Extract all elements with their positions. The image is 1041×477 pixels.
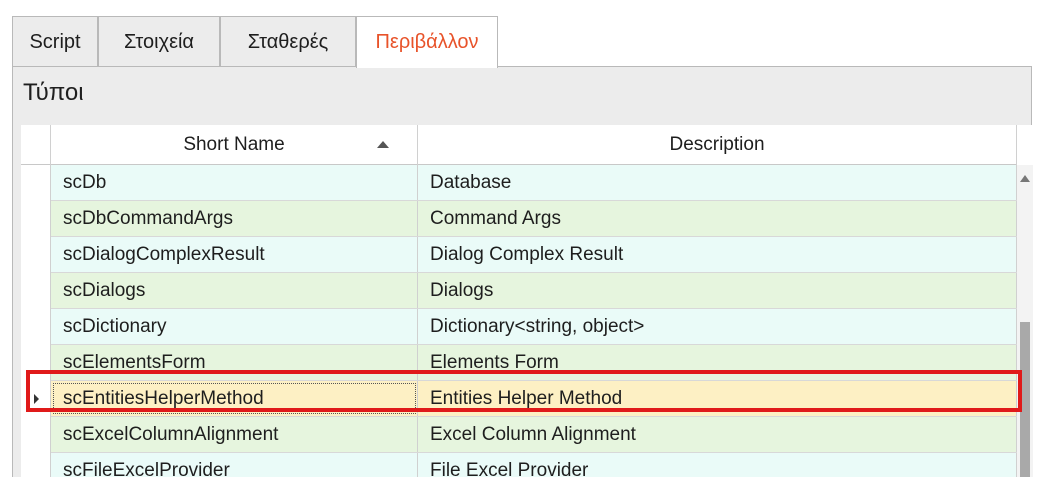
group-title: Τύποι [23,79,84,106]
table-row[interactable]: scFileExcelProvider File Excel Provider [21,453,1017,477]
row-indicator[interactable] [21,309,51,345]
scroll-up-arrow-icon[interactable] [1020,175,1030,182]
table-row[interactable]: scExcelColumnAlignment Excel Column Alig… [21,417,1017,453]
tab-stoixeia[interactable]: Στοιχεία [98,16,220,66]
column-header-label: Description [669,134,765,155]
grid-body: scDb Database scDbCommandArgs Command Ar… [21,165,1017,477]
row-indicator-header [21,125,51,165]
table-row[interactable]: scDialogs Dialogs [21,273,1017,309]
cell-description[interactable]: Elements Form [418,345,1017,380]
tab-label: Στοιχεία [123,31,194,53]
cell-short-name[interactable]: scDictionary [51,309,418,344]
row-indicator[interactable] [21,381,51,417]
cell-short-name[interactable]: scDbCommandArgs [51,201,418,236]
vertical-scrollbar[interactable] [1017,165,1033,477]
cell-short-name[interactable]: scDialogComplexResult [51,237,418,272]
tab-perivallon[interactable]: Περιβάλλον [356,16,498,68]
table-row[interactable]: scElementsForm Elements Form [21,345,1017,381]
cell-description[interactable]: Dialogs [418,273,1017,308]
table-row[interactable]: scDbCommandArgs Command Args [21,201,1017,237]
tab-script[interactable]: Script [12,16,98,66]
table-row-selected[interactable]: scEntitiesHelperMethod Entities Helper M… [21,381,1017,417]
cell-description[interactable]: Excel Column Alignment [418,417,1017,452]
types-grid: Short Name Description scDb Database scD… [21,125,1033,477]
table-row[interactable]: scDb Database [21,165,1017,201]
column-header-short-name[interactable]: Short Name [51,125,418,165]
tab-label: Σταθερές [247,31,329,53]
table-row[interactable]: scDialogComplexResult Dialog Complex Res… [21,237,1017,273]
cell-description[interactable]: Dialog Complex Result [418,237,1017,272]
scrollbar-thumb[interactable] [1020,322,1030,477]
tab-label: Περιβάλλον [375,31,479,53]
row-indicator[interactable] [21,201,51,237]
cell-description[interactable]: Command Args [418,201,1017,236]
row-indicator[interactable] [21,453,51,477]
cell-description[interactable]: Database [418,165,1017,200]
cell-description[interactable]: Entities Helper Method [418,381,1017,416]
cell-short-name[interactable]: scExcelColumnAlignment [51,417,418,452]
row-indicator[interactable] [21,165,51,201]
cell-description[interactable]: Dictionary<string, object> [418,309,1017,344]
row-pointer-icon [34,394,39,404]
cell-short-name[interactable]: scElementsForm [51,345,418,380]
column-header-description[interactable]: Description [418,125,1017,165]
column-header-label: Short Name [183,134,285,155]
tab-label: Script [29,31,81,53]
table-row[interactable]: scDictionary Dictionary<string, object> [21,309,1017,345]
cell-short-name[interactable]: scEntitiesHelperMethod [51,381,418,416]
cell-short-name[interactable]: scDialogs [51,273,418,308]
row-indicator[interactable] [21,345,51,381]
cell-short-name[interactable]: scDb [51,165,418,200]
row-indicator[interactable] [21,237,51,273]
sort-ascending-icon [377,141,389,148]
row-indicator[interactable] [21,273,51,309]
grid-header: Short Name Description [21,125,1017,165]
cell-description[interactable]: File Excel Provider [418,453,1017,477]
row-indicator[interactable] [21,417,51,453]
cell-short-name[interactable]: scFileExcelProvider [51,453,418,477]
tab-strip: Script Στοιχεία Σταθερές Περιβάλλον [12,16,1032,68]
tab-statheres[interactable]: Σταθερές [220,16,356,66]
